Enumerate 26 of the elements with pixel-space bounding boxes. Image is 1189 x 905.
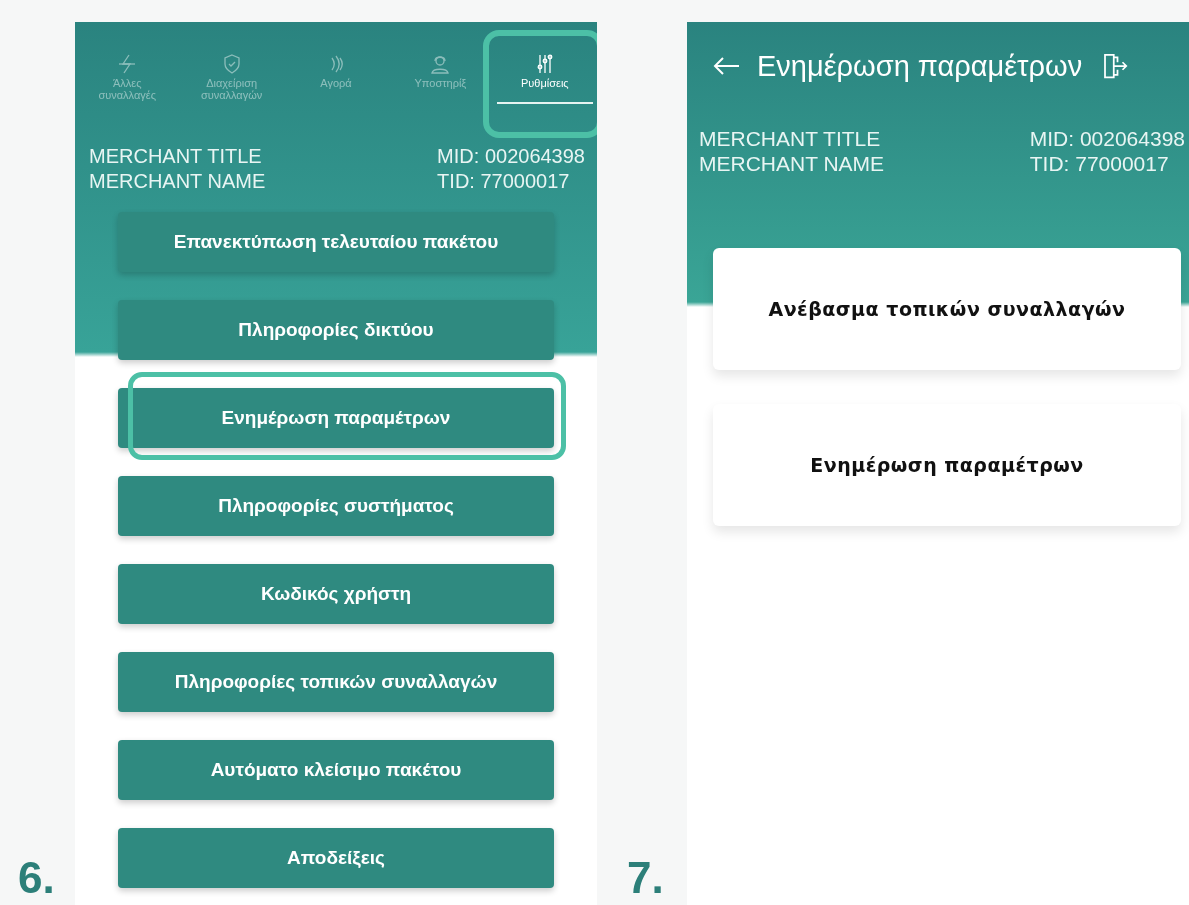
option-card[interactable]: Ενημέρωση παραμέτρων <box>713 404 1181 526</box>
menu-button[interactable]: Αποδείξεις <box>118 828 554 888</box>
merchant-id: MID: 002064398 <box>1029 126 1185 151</box>
option-card[interactable]: Ανέβασμα τοπικών συναλλαγών <box>713 248 1181 370</box>
screen-title: Ενημέρωση παραμέτρων <box>757 49 1083 83</box>
nav-tab[interactable]: Ρυθμίσεις <box>496 52 594 104</box>
step-number: 6. <box>17 853 56 904</box>
merchant-title: MERCHANT TITLE <box>699 126 882 151</box>
terminal-id: TID: 77000017 <box>1029 151 1170 176</box>
nav-tab[interactable]: Διαχείριση συναλλαγών <box>179 52 284 104</box>
merchant-name: MERCHANT NAME <box>89 169 266 194</box>
terminal-id: TID: 77000017 <box>437 169 571 194</box>
menu-button[interactable]: Κωδικός χρήστη <box>118 564 554 624</box>
nav-tab[interactable]: Υποστηρίξ <box>388 52 493 104</box>
merchant-title: MERCHANT TITLE <box>89 144 263 169</box>
menu-button[interactable]: Επανεκτύπωση τελευταίου πακέτου <box>118 212 554 272</box>
menu-button[interactable]: Αυτόματο κλείσιμο πακέτου <box>118 740 554 800</box>
menu-button[interactable]: Πληροφορίες δικτύου <box>118 300 554 360</box>
merchant-id: MID: 002064398 <box>437 144 585 169</box>
merchant-name: MERCHANT NAME <box>699 151 885 176</box>
menu-button[interactable]: Πληροφορίες συστήματος <box>118 476 554 536</box>
step-number: 7. <box>626 853 665 904</box>
nav-tab[interactable]: Άλλες συναλλαγές <box>75 52 180 104</box>
nav-tab[interactable]: Αγορά <box>283 52 389 104</box>
menu-button[interactable]: Πληροφορίες τοπικών συναλλαγών <box>118 652 554 712</box>
menu-button[interactable]: Ενημέρωση παραμέτρων <box>118 388 554 448</box>
